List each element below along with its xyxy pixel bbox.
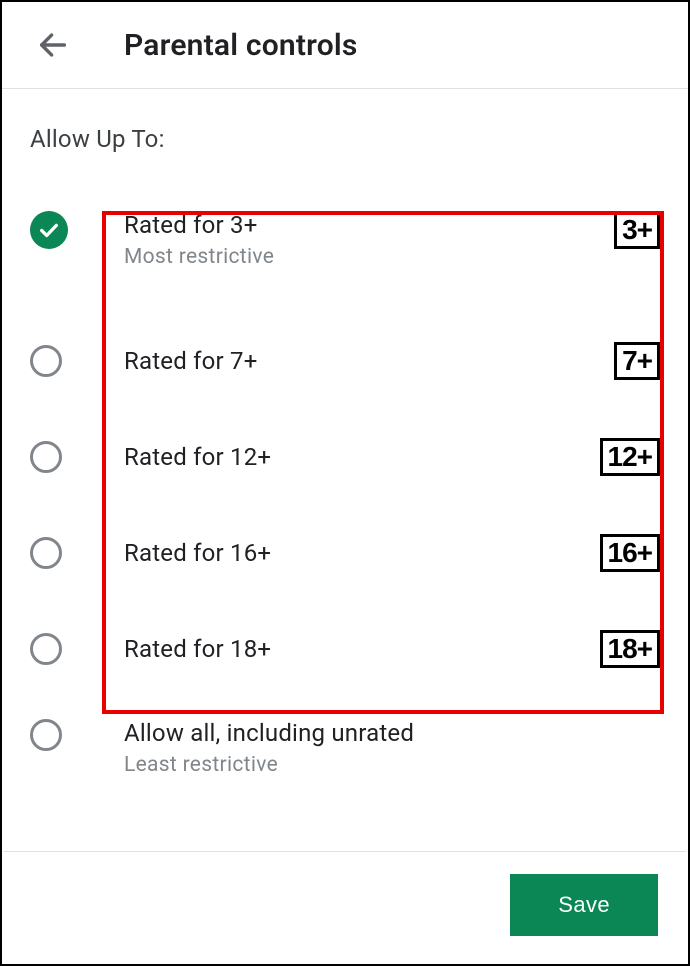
back-arrow-icon[interactable] (34, 26, 72, 64)
option-label: Rated for 12+ (124, 443, 592, 471)
radio-wrap (30, 633, 68, 665)
rating-badge: 16+ (600, 534, 661, 572)
rating-badge: 7+ (614, 342, 660, 380)
footer-bar: Save (4, 851, 686, 964)
option-rated-12[interactable]: Rated for 12+ 12+ (30, 409, 660, 505)
option-allow-all[interactable]: Allow all, including unrated Least restr… (30, 697, 660, 805)
option-label-block: Allow all, including unrated Least restr… (124, 719, 660, 777)
option-label-block: Rated for 18+ (124, 635, 592, 663)
option-label: Rated for 16+ (124, 539, 592, 567)
radio-button[interactable] (30, 345, 62, 377)
option-rated-16[interactable]: Rated for 16+ 16+ (30, 505, 660, 601)
radio-wrap (30, 345, 68, 377)
radio-button[interactable] (30, 719, 62, 751)
option-rated-3[interactable]: Rated for 3+ Most restrictive 3+ (30, 193, 660, 313)
page-title: Parental controls (124, 28, 358, 63)
option-label-block: Rated for 12+ (124, 443, 592, 471)
radio-button[interactable] (30, 537, 62, 569)
option-label: Rated for 7+ (124, 347, 606, 375)
radio-wrap (30, 211, 68, 249)
option-label: Allow all, including unrated (124, 719, 660, 747)
save-button[interactable]: Save (510, 874, 658, 936)
option-sublabel: Least restrictive (124, 753, 660, 777)
rating-badge: 3+ (614, 211, 660, 249)
option-rated-18[interactable]: Rated for 18+ 18+ (30, 601, 660, 697)
option-label-block: Rated for 16+ (124, 539, 592, 567)
radio-wrap (30, 441, 68, 473)
rating-badge: 12+ (600, 438, 661, 476)
content-area: Allow Up To: Rated for 3+ Most restricti… (2, 89, 688, 805)
option-label: Rated for 3+ (124, 211, 606, 239)
option-label: Rated for 18+ (124, 635, 592, 663)
radio-button[interactable] (30, 633, 62, 665)
option-sublabel: Most restrictive (124, 245, 606, 269)
rating-badge: 18+ (600, 630, 661, 668)
header-bar: Parental controls (2, 2, 688, 89)
options-list: Rated for 3+ Most restrictive 3+ Rated f… (30, 193, 660, 805)
option-label-block: Rated for 7+ (124, 347, 606, 375)
section-label: Allow Up To: (30, 125, 660, 153)
option-label-block: Rated for 3+ Most restrictive (124, 211, 606, 269)
radio-wrap (30, 719, 68, 751)
radio-button[interactable] (30, 441, 62, 473)
radio-button[interactable] (30, 211, 68, 249)
option-rated-7[interactable]: Rated for 7+ 7+ (30, 313, 660, 409)
radio-wrap (30, 537, 68, 569)
